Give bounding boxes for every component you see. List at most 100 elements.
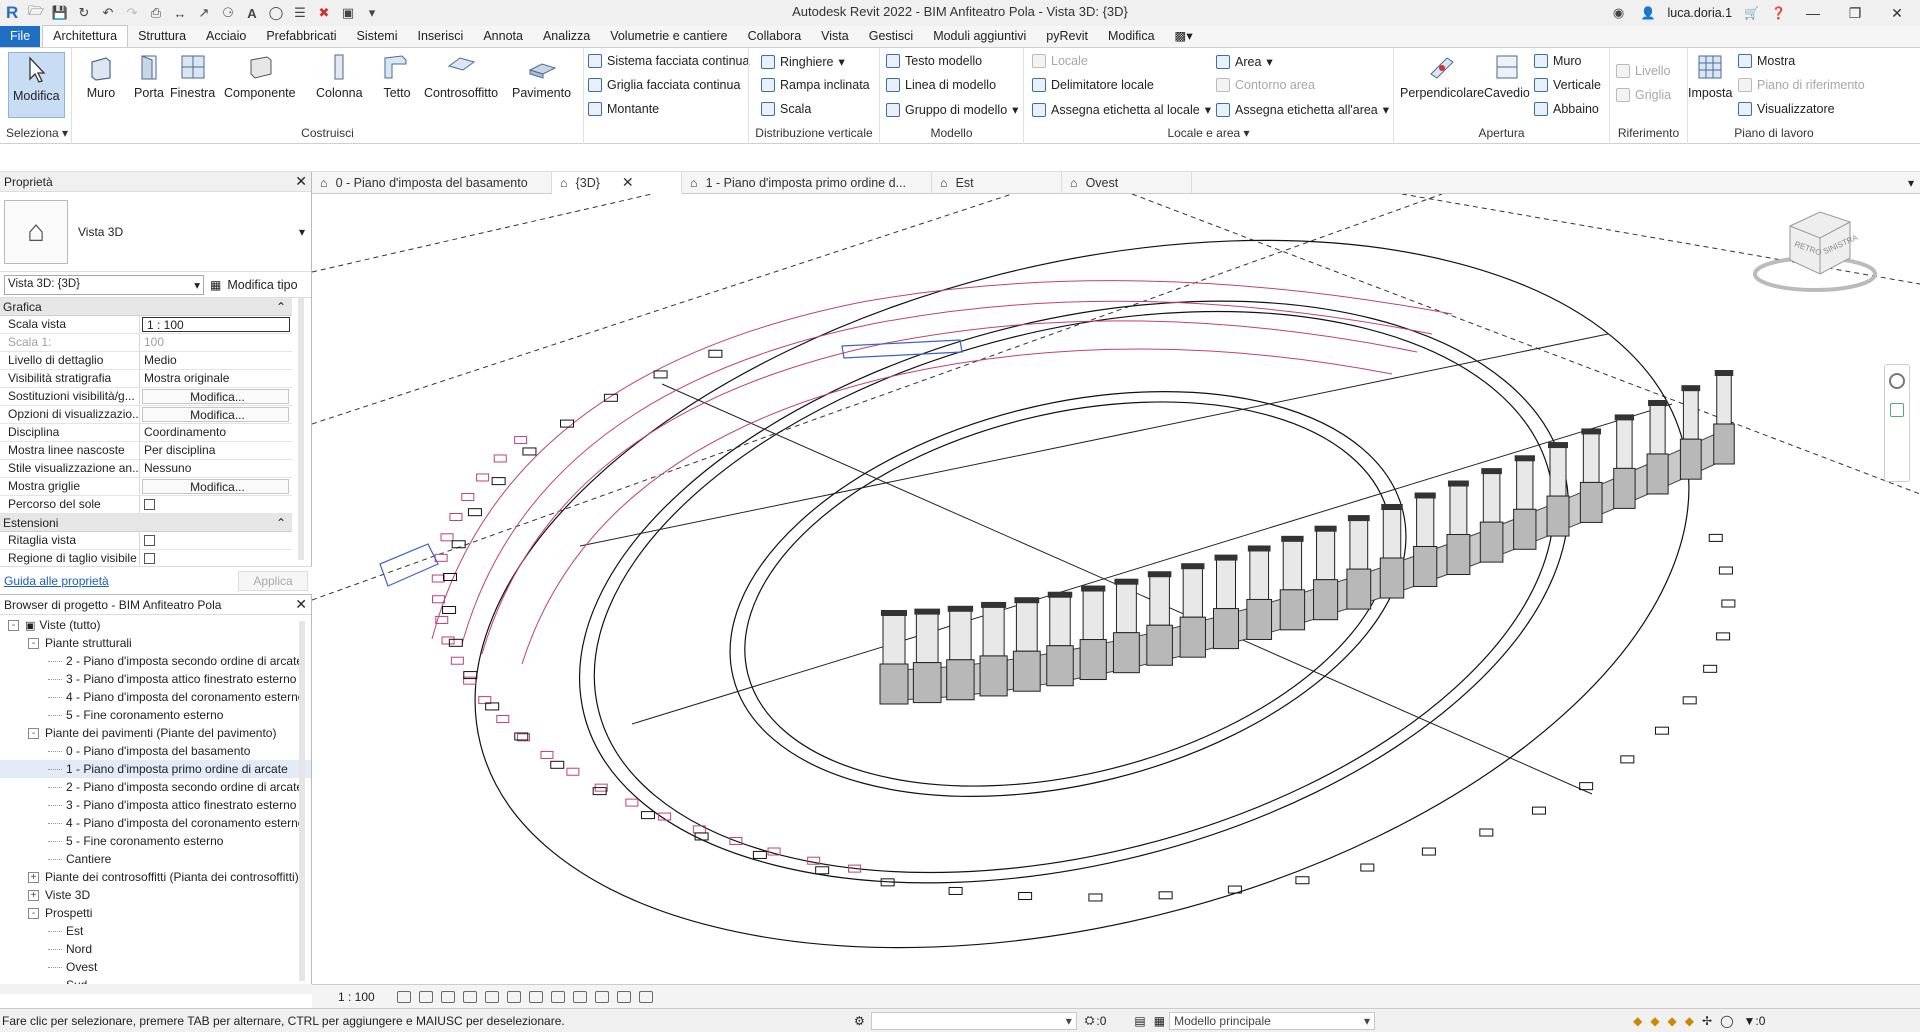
property-value[interactable]: Per disciplina [140, 442, 292, 459]
browser-tree-node[interactable]: 2 - Piano d'imposta secondo ordine di ar… [0, 778, 311, 796]
text-icon[interactable]: A [242, 3, 262, 23]
set-workplane-button[interactable]: Imposta [1688, 52, 1732, 100]
tab-prefabbricati[interactable]: Prefabbricati [256, 26, 346, 47]
reveal-hidden-icon[interactable] [594, 990, 609, 1003]
tab-vista[interactable]: Vista [811, 26, 859, 47]
ramp-button[interactable]: Rampa inclinata [761, 78, 870, 92]
design-option-select[interactable]: Modello principale ▾ [1169, 1011, 1376, 1030]
area-boundary-button[interactable]: Contorno area [1216, 78, 1315, 92]
tab-inserisci[interactable]: Inserisci [407, 26, 473, 47]
browser-tree-node[interactable]: - Prospetti [0, 904, 311, 922]
room-separator-button[interactable]: Delimitatore locale [1032, 78, 1154, 92]
shadows-icon[interactable] [462, 990, 477, 1003]
browser-tree-node[interactable]: 2 - Piano d'imposta secondo ordine di ar… [0, 652, 311, 670]
redo-icon[interactable]: ↷ [122, 3, 142, 23]
collapse-icon[interactable]: - [28, 637, 39, 649]
tab-sistemi[interactable]: Sistemi [347, 26, 408, 47]
properties-section[interactable]: Grafica ⌃ [0, 298, 292, 316]
property-checkbox[interactable] [144, 499, 155, 510]
browser-tree-node[interactable]: - Piante strutturali [0, 634, 311, 652]
visual-style-icon[interactable] [418, 990, 433, 1003]
shaft-button[interactable]: Cavedio [1484, 52, 1530, 100]
window-button[interactable]: Finestra [170, 52, 215, 100]
select-underlay-icon[interactable]: ◆ [1650, 1014, 1659, 1028]
seleziona-group-label[interactable]: Seleziona ▾ [0, 126, 71, 140]
filter-selection-icon[interactable]: ⛭ [1085, 1013, 1095, 1028]
property-edit-button[interactable]: Modifica... [142, 479, 289, 494]
collapse-icon[interactable]: - [28, 727, 39, 739]
railing-button[interactable]: Ringhiere ▾ [761, 54, 845, 69]
type-dropdown-icon[interactable]: ▾ [299, 225, 305, 239]
modify-button[interactable]: Modifica [8, 52, 65, 118]
3d-view-icon[interactable]: ◯ [266, 3, 286, 23]
show-workplane-button[interactable]: Mostra [1738, 54, 1795, 68]
close-hidden-icon[interactable]: ✖ [314, 3, 334, 23]
tab-collabora[interactable]: Collabora [738, 26, 812, 47]
property-value[interactable]: Medio [140, 352, 292, 369]
revit-logo[interactable]: R [6, 3, 22, 23]
property-value[interactable]: Mostra originale [140, 370, 292, 387]
ceiling-button[interactable]: Controsoffitto [424, 52, 498, 100]
print-icon[interactable]: ⎙ [146, 3, 166, 23]
by-face-button[interactable]: Perpendicolare [1400, 52, 1484, 100]
stair-button[interactable]: Scala [761, 102, 811, 116]
highlight-displacement-icon[interactable] [638, 990, 653, 1003]
collapse-icon[interactable]: - [8, 619, 19, 631]
sync-icon[interactable]: ↻ [74, 3, 94, 23]
browser-tree-node[interactable]: 4 - Piano d'imposta del coronamento este… [0, 814, 311, 832]
locale-area-group-label[interactable]: Locale e area ▾ [1024, 126, 1393, 140]
tab-annota[interactable]: Annota [473, 26, 533, 47]
section-icon[interactable]: ☰ [290, 3, 310, 23]
temp-hide-icon[interactable] [572, 990, 587, 1003]
view-tab[interactable]: ⌂ 0 - Piano d'imposta del basamento [312, 171, 552, 194]
dormer-button[interactable]: Abbaino [1534, 102, 1599, 116]
close-window-button[interactable]: ✕ [1882, 5, 1912, 22]
background-process-icon[interactable]: ◯ [1720, 1014, 1733, 1028]
tab-struttura[interactable]: Struttura [128, 26, 196, 47]
detail-level-icon[interactable] [396, 990, 411, 1003]
tag-room-button[interactable]: Assegna etichetta al locale ▾ [1032, 102, 1211, 117]
customize-qat-icon[interactable]: ▾ [362, 3, 382, 23]
close-browser-icon[interactable]: ✕ [295, 596, 307, 613]
property-edit-button[interactable]: Modifica... [142, 407, 289, 422]
tab-analizza[interactable]: Analizza [533, 26, 600, 47]
browser-tree-node[interactable]: - ▣ Viste (tutto) [0, 616, 311, 634]
properties-help-link[interactable]: Guida alle proprietà [4, 574, 109, 588]
vertical-opening-button[interactable]: Verticale [1534, 78, 1601, 92]
design-options-icon[interactable]: ▦ [1154, 1014, 1165, 1028]
level-button[interactable]: Livello [1616, 64, 1670, 78]
drawing-canvas[interactable]: RETRO SINISTRA [312, 194, 1920, 984]
browser-tree-node[interactable]: Nord [0, 940, 311, 958]
ref-plane-button[interactable]: Piano di riferimento [1738, 78, 1865, 92]
restore-button[interactable]: ❐ [1840, 5, 1870, 22]
edit-type-button[interactable]: Modifica tipo [227, 278, 297, 292]
tab-acciaio[interactable]: Acciaio [196, 26, 256, 47]
properties-section[interactable]: Estensioni ⌃ [0, 514, 292, 532]
properties-scrollbar[interactable] [298, 298, 304, 560]
expand-icon[interactable]: + [28, 889, 39, 901]
floor-button[interactable]: Pavimento [512, 52, 571, 100]
tabs-dropdown-icon[interactable]: ▾ [1908, 176, 1914, 190]
viewer-button[interactable]: Visualizzatore [1738, 102, 1835, 116]
browser-tree-node[interactable]: 5 - Fine coronamento esterno [0, 706, 311, 724]
sun-path-icon[interactable] [440, 990, 455, 1003]
room-button[interactable]: Locale [1032, 54, 1088, 68]
tab-gestisci[interactable]: Gestisci [859, 26, 923, 47]
model-line-button[interactable]: Linea di modello [886, 78, 996, 92]
cart-icon[interactable]: 🛒 [1744, 6, 1759, 20]
mullion-button[interactable]: Montante [588, 102, 659, 116]
property-value[interactable]: Coordinamento [140, 424, 292, 441]
tab-modifica[interactable]: Modifica [1098, 26, 1165, 47]
curtain-system-button[interactable]: Sistema facciata continua [588, 54, 749, 68]
view-tab[interactable]: ⌂ Ovest [1062, 171, 1192, 194]
lock-view-icon[interactable] [550, 990, 565, 1003]
wall-opening-button[interactable]: Muro [1534, 54, 1581, 68]
worksets-icon[interactable]: ⚙ [854, 1014, 865, 1028]
save-icon[interactable]: 💾 [50, 3, 70, 23]
model-group-button[interactable]: Gruppo di modello ▾ [886, 102, 1018, 117]
property-value[interactable]: 1 : 100 [142, 317, 290, 332]
tab-architettura[interactable]: Architettura [42, 25, 129, 47]
property-checkbox[interactable] [144, 535, 155, 546]
wall-button[interactable]: Muro [86, 52, 116, 100]
browser-v-scrollbar[interactable] [299, 621, 305, 981]
